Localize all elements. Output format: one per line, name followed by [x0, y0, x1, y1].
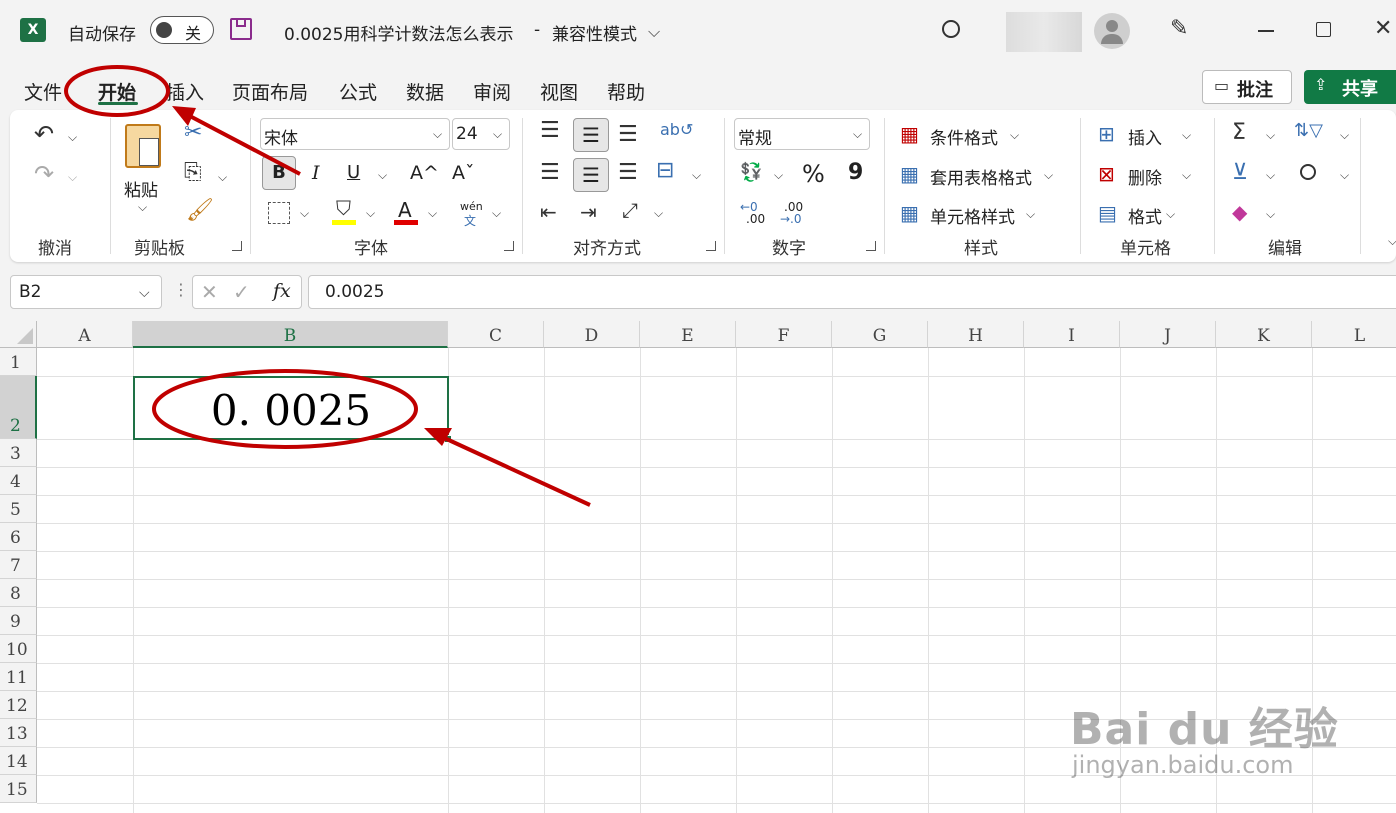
annotation-arrowhead-cell — [424, 428, 452, 446]
annotation-circle-home-tab — [64, 65, 170, 117]
annotation-circle-cell — [152, 369, 418, 449]
annotation-arrow-home-tab — [185, 112, 301, 176]
annotation-arrow-cell — [439, 434, 591, 507]
annotation-overlay — [64, 65, 591, 507]
annotation-arrowhead-home-tab — [172, 106, 196, 126]
